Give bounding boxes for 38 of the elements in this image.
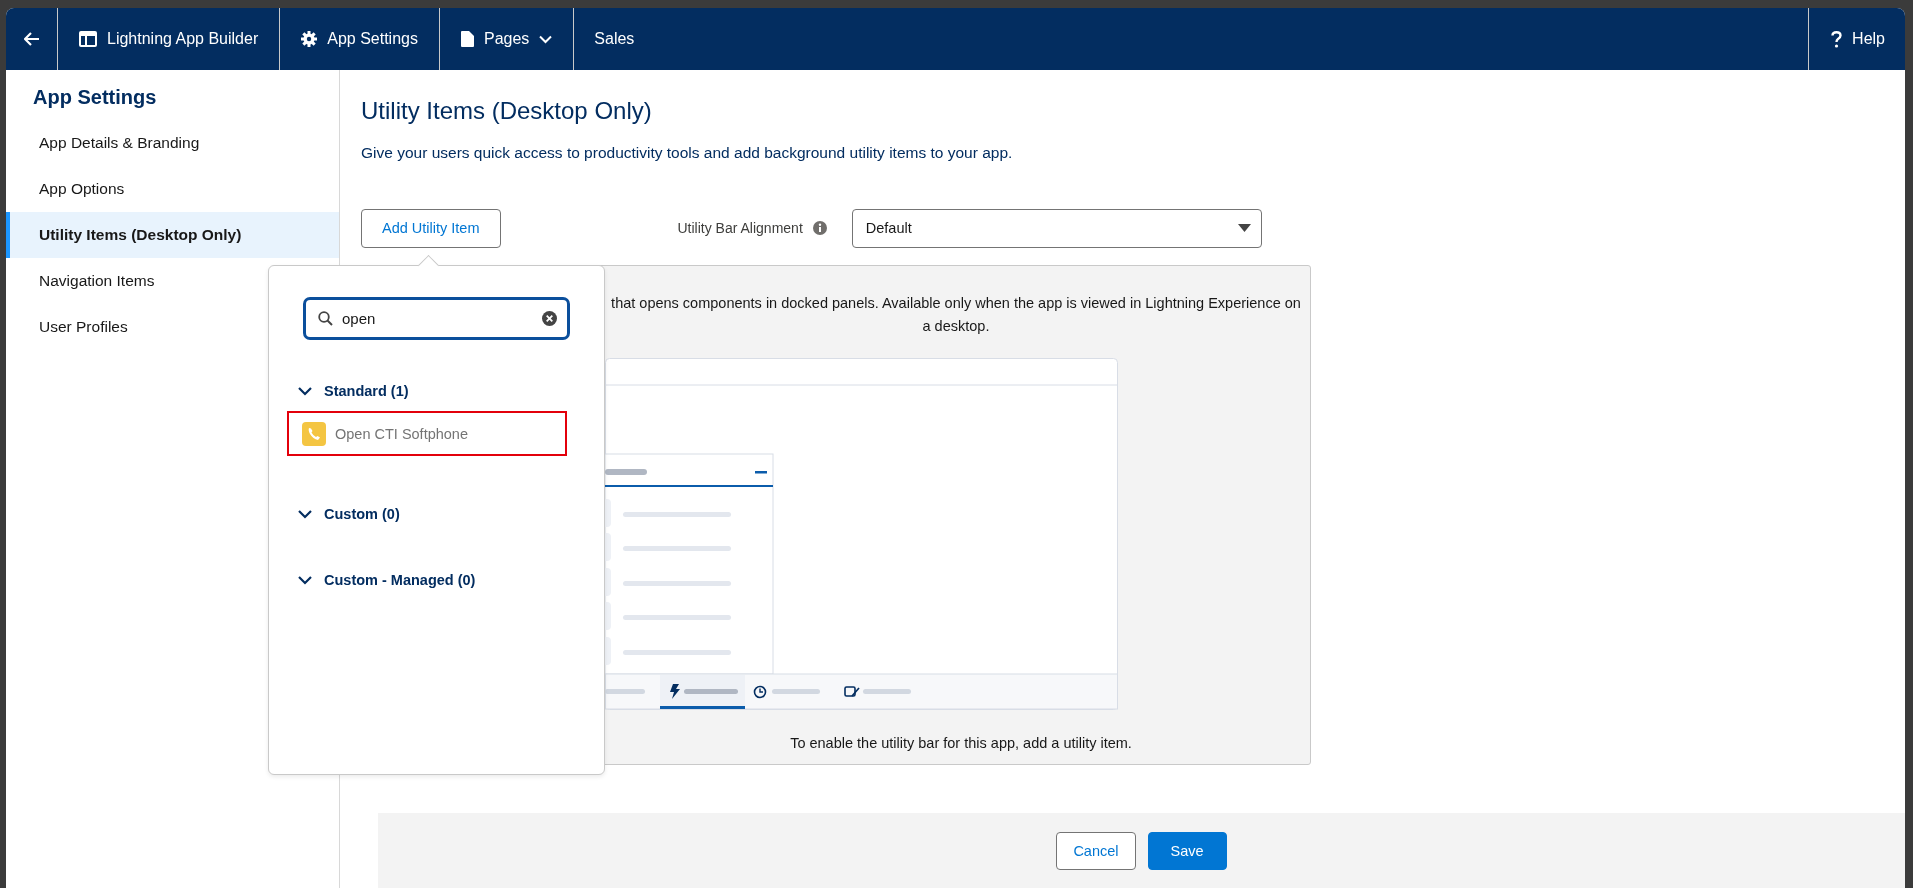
document-icon <box>460 31 474 47</box>
sidebar-item[interactable]: App Details & Branding <box>6 120 339 166</box>
chevron-down-icon[interactable] <box>298 573 312 587</box>
panel-hint: To enable the utility bar for this app, add a utility item. <box>789 735 1133 751</box>
chevron-down-icon <box>539 34 553 44</box>
save-button[interactable]: Save <box>1147 831 1227 870</box>
search-input[interactable]: open <box>342 310 533 327</box>
layout-icon <box>79 31 97 47</box>
back-arrow-icon <box>23 32 40 46</box>
panel-description: that opens components in docked panels. Available only when the app is viewed in Lightning Experience on a desktop. <box>611 294 1301 336</box>
phone-icon <box>302 421 326 446</box>
sidebar-item[interactable]: Utility Items (Desktop Only) <box>6 212 339 258</box>
cancel-button[interactable]: Cancel <box>1056 831 1136 870</box>
header-tab[interactable]: Pages <box>439 8 575 70</box>
clear-icon[interactable] <box>542 311 557 326</box>
add-utility-item-button[interactable]: Add Utility Item <box>361 208 501 248</box>
sidebar-item[interactable]: App Options <box>6 166 339 212</box>
page-title: Utility Items (Desktop Only) <box>361 96 653 126</box>
search-icon <box>318 311 333 326</box>
utility-item[interactable]: Open CTI Softphone <box>287 411 567 456</box>
header-tab[interactable]: App Settings <box>280 8 440 70</box>
alignment-select[interactable]: Default <box>851 208 1262 248</box>
settings-icon <box>301 31 318 47</box>
help-icon <box>1831 30 1843 48</box>
section-heading[interactable]: Standard (1) <box>324 383 409 399</box>
dropdown-caret-icon <box>1237 224 1251 232</box>
page-description: Give your users quick access to productivity tools and add background utility items to your app. <box>361 144 1014 162</box>
chevron-down-icon[interactable] <box>298 507 312 521</box>
help-button[interactable]: Help <box>1808 8 1905 70</box>
chevron-down-icon[interactable] <box>298 384 312 398</box>
section-heading[interactable]: Custom (0) <box>324 506 400 522</box>
sidebar-title: App Settings <box>33 85 158 110</box>
field-label: Utility Bar Alignment <box>677 220 803 236</box>
header-tab[interactable]: Sales <box>574 8 656 70</box>
section-heading[interactable]: Custom - Managed (0) <box>324 572 476 588</box>
search-field[interactable]: open <box>303 297 570 340</box>
header-tab[interactable]: Lightning App Builder <box>58 8 281 70</box>
info-icon[interactable] <box>812 221 827 235</box>
